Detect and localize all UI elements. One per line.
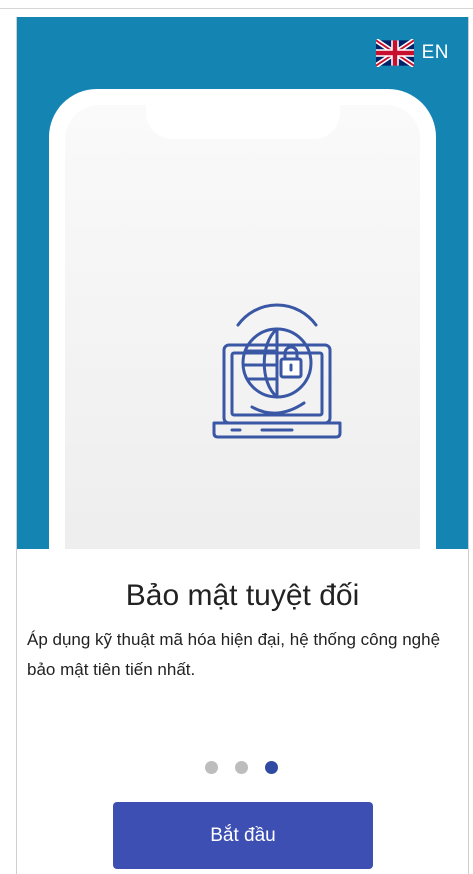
phone-notch: [146, 105, 340, 139]
uk-flag-icon: [375, 39, 414, 67]
top-divider: [0, 8, 473, 9]
laptop-globe-lock-icon: [212, 303, 342, 439]
language-switch[interactable]: EN: [375, 39, 449, 67]
phone-mockup: [49, 89, 436, 549]
onboarding-content: Bảo mật tuyệt đối Áp dụng kỹ thuật mã hó…: [17, 549, 468, 874]
onboarding-title: Bảo mật tuyệt đối: [125, 579, 360, 612]
onboarding-description: Áp dụng kỹ thuật mã hóa hiện đại, hệ thố…: [27, 630, 441, 679]
language-label: EN: [421, 42, 449, 63]
start-button[interactable]: Bắt đầu: [113, 802, 373, 869]
hero-banner: EN: [17, 17, 468, 549]
onboarding-screen: EN Bảo mật tuyệt đối Áp dụng kỹ thuật mã…: [16, 17, 469, 874]
pagination-dot-1[interactable]: [205, 761, 218, 774]
pagination-dot-2[interactable]: [235, 761, 248, 774]
pagination-dots: [205, 761, 278, 774]
pagination-dot-3[interactable]: [265, 761, 278, 774]
